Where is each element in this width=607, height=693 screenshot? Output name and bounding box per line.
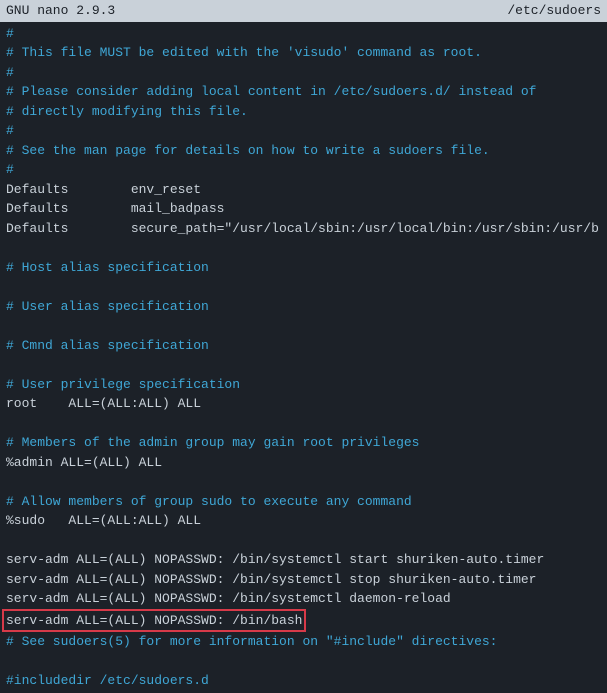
comment-text: #	[6, 26, 14, 41]
editor-line: # See the man page for details on how to…	[6, 141, 601, 161]
editor-line: #	[6, 24, 601, 44]
comment-text: # This file MUST be edited with the 'vis…	[6, 45, 482, 60]
editor-line	[6, 472, 601, 492]
editor-line: serv-adm ALL=(ALL) NOPASSWD: /bin/system…	[6, 589, 601, 609]
comment-text: # User alias specification	[6, 299, 209, 314]
editor-line: Defaults env_reset	[6, 180, 601, 200]
editor-line: # directly modifying this file.	[6, 102, 601, 122]
comment-text: # directly modifying this file.	[6, 104, 248, 119]
editor-line	[6, 531, 601, 551]
editor-line	[6, 238, 601, 258]
comment-text: #	[6, 65, 14, 80]
editor-line: %admin ALL=(ALL) ALL	[6, 453, 601, 473]
editor-line: #	[6, 160, 601, 180]
highlighted-line: serv-adm ALL=(ALL) NOPASSWD: /bin/bash	[2, 609, 306, 633]
editor-line: # User alias specification	[6, 297, 601, 317]
app-name: GNU nano 2.9.3	[6, 1, 115, 21]
editor-line: Defaults secure_path="/usr/local/sbin:/u…	[6, 219, 601, 239]
comment-text: # Allow members of group sudo to execute…	[6, 494, 412, 509]
editor-line: serv-adm ALL=(ALL) NOPASSWD: /bin/system…	[6, 570, 601, 590]
editor-line: %sudo ALL=(ALL:ALL) ALL	[6, 511, 601, 531]
editor-line: # Cmnd alias specification	[6, 336, 601, 356]
comment-text: # See sudoers(5) for more information on…	[6, 634, 497, 649]
editor-line	[6, 652, 601, 672]
editor-line: root ALL=(ALL:ALL) ALL	[6, 394, 601, 414]
editor-line	[6, 316, 601, 336]
editor-line: Defaults mail_badpass	[6, 199, 601, 219]
editor-line: serv-adm ALL=(ALL) NOPASSWD: /bin/system…	[6, 550, 601, 570]
comment-text: # Please consider adding local content i…	[6, 84, 537, 99]
comment-text: # User privilege specification	[6, 377, 240, 392]
editor-line	[6, 414, 601, 434]
editor-line	[6, 277, 601, 297]
comment-text: # Cmnd alias specification	[6, 338, 209, 353]
editor-line: #	[6, 63, 601, 83]
comment-text: #	[6, 123, 14, 138]
editor-line: #	[6, 121, 601, 141]
editor-line: # User privilege specification	[6, 375, 601, 395]
editor-line: serv-adm ALL=(ALL) NOPASSWD: /bin/bash	[6, 609, 601, 633]
editor-line: # See sudoers(5) for more information on…	[6, 632, 601, 652]
comment-text: #	[6, 162, 14, 177]
comment-text: # Members of the admin group may gain ro…	[6, 435, 419, 450]
editor-line: # Allow members of group sudo to execute…	[6, 492, 601, 512]
editor-content[interactable]: # # This file MUST be edited with the 'vi…	[0, 22, 607, 693]
comment-text: # Host alias specification	[6, 260, 209, 275]
comment-text: #includedir /etc/sudoers.d	[6, 673, 209, 688]
editor-line: # Host alias specification	[6, 258, 601, 278]
editor-line: # This file MUST be edited with the 'vis…	[6, 43, 601, 63]
editor-line: #includedir /etc/sudoers.d	[6, 671, 601, 691]
editor-line	[6, 355, 601, 375]
editor-line: # Members of the admin group may gain ro…	[6, 433, 601, 453]
comment-text: # See the man page for details on how to…	[6, 143, 490, 158]
editor-line: # Please consider adding local content i…	[6, 82, 601, 102]
file-path: /etc/sudoers	[507, 1, 601, 21]
nano-titlebar: GNU nano 2.9.3 /etc/sudoers	[0, 0, 607, 22]
